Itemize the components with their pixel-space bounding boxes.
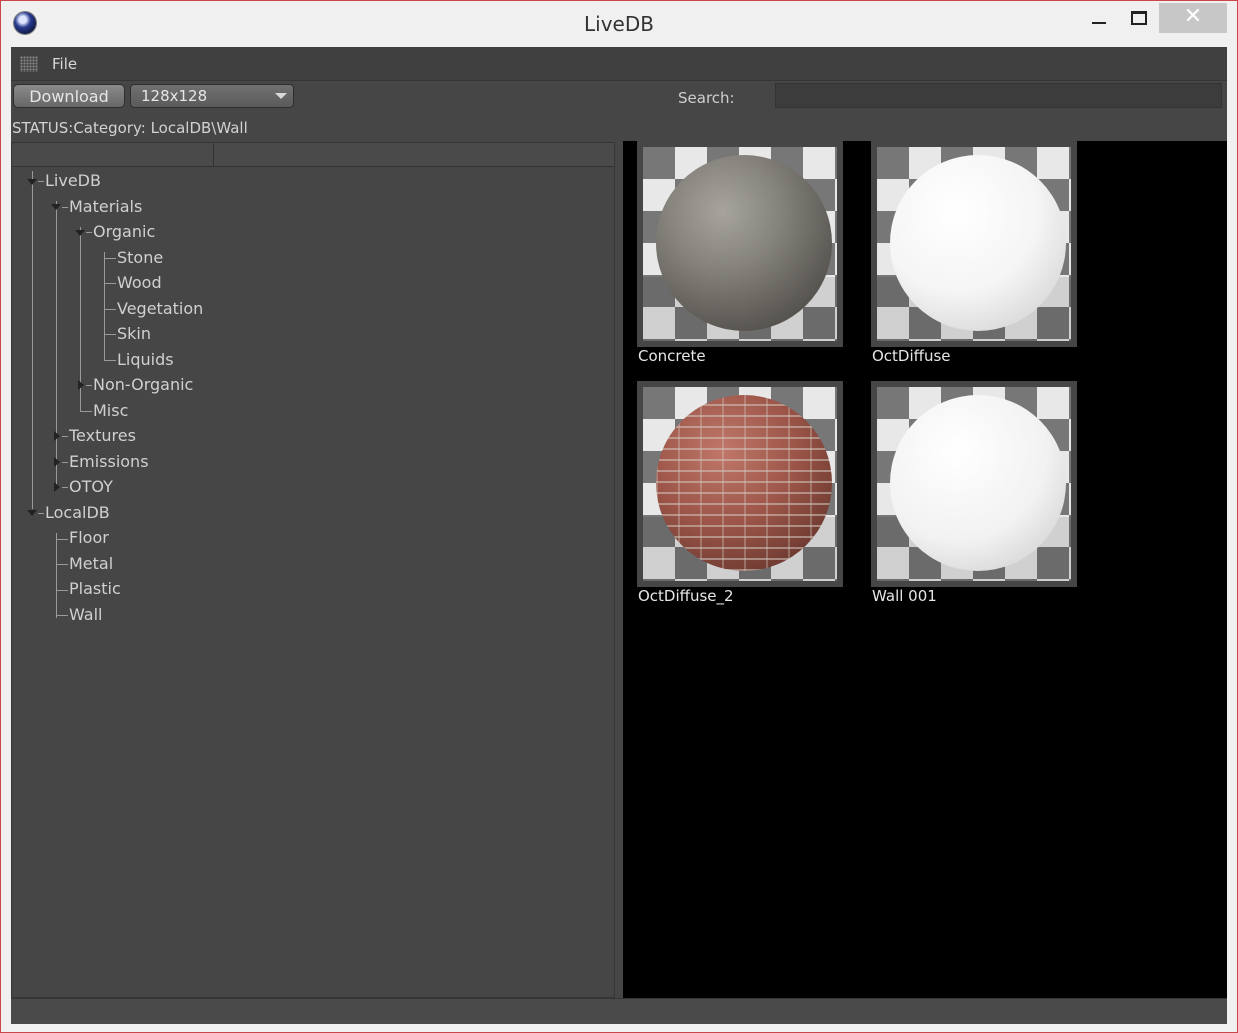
tree-item-skin[interactable]: Skin	[117, 324, 151, 343]
category-tree: LiveDB Materials Organic Stone Wood Vege…	[12, 167, 614, 997]
tree-item-metal[interactable]: Metal	[69, 554, 113, 573]
material-label[interactable]: Concrete	[638, 347, 706, 365]
tree-line	[32, 171, 33, 509]
material-thumbnail-concrete[interactable]	[637, 141, 843, 347]
tree-line	[104, 334, 116, 335]
material-label[interactable]: OctDiffuse	[872, 347, 951, 365]
tree-item-vegetation[interactable]: Vegetation	[117, 299, 203, 318]
tree-line	[104, 252, 105, 361]
tree-line	[56, 590, 68, 591]
collapse-arrow-icon[interactable]	[27, 510, 37, 516]
tree-item-organic[interactable]: Organic	[93, 222, 155, 241]
tree-item-otoy[interactable]: OTOY	[69, 477, 113, 496]
tree-line	[56, 539, 68, 540]
tree-item-livedb[interactable]: LiveDB	[45, 171, 101, 190]
checker-backdrop	[877, 387, 1071, 581]
grip-icon[interactable]	[20, 56, 38, 72]
tree-line	[62, 462, 68, 463]
material-label[interactable]: OctDiffuse_2	[638, 587, 734, 605]
checker-backdrop	[643, 387, 837, 581]
concrete-sphere-preview	[656, 155, 832, 331]
close-button[interactable]: ✕	[1159, 3, 1227, 33]
tree-line	[62, 487, 68, 488]
tree-item-localdb[interactable]: LocalDB	[45, 503, 110, 522]
expand-arrow-icon[interactable]	[54, 431, 60, 441]
app-window: LiveDB ✕ File Download 128x128 Search: S…	[0, 0, 1238, 1033]
tree-item-materials[interactable]: Materials	[69, 197, 142, 216]
minimize-button[interactable]	[1082, 5, 1116, 33]
thumbnail-size-value: 128x128	[141, 87, 208, 105]
dropdown-arrow-icon	[275, 93, 287, 99]
material-thumbnail-octdiffuse[interactable]	[871, 141, 1077, 347]
tree-item-emissions[interactable]: Emissions	[69, 452, 149, 471]
tree-line	[104, 360, 116, 361]
tree-item-misc[interactable]: Misc	[93, 401, 128, 420]
tree-item-wall[interactable]: Wall	[69, 605, 103, 624]
tree-line	[38, 513, 44, 514]
tree-line	[56, 533, 57, 618]
brick-sphere-preview	[656, 395, 832, 571]
title-bar: LiveDB ✕	[1, 1, 1237, 47]
tree-line	[62, 436, 68, 437]
tree-line	[104, 283, 116, 284]
header-divider[interactable]	[213, 143, 214, 166]
collapse-arrow-icon[interactable]	[27, 179, 37, 185]
maximize-button[interactable]	[1122, 5, 1156, 33]
expand-arrow-icon[interactable]	[54, 457, 60, 467]
toolbar: Download 128x128 Search:	[11, 81, 1227, 113]
tree-line	[56, 201, 57, 488]
menu-file[interactable]: File	[52, 55, 77, 73]
tree-line	[104, 309, 116, 310]
wall-sphere-preview	[890, 395, 1066, 571]
tree-item-non-organic[interactable]: Non-Organic	[93, 375, 193, 394]
window-title: LiveDB	[584, 12, 654, 36]
expand-arrow-icon[interactable]	[78, 380, 84, 390]
checker-backdrop	[877, 147, 1071, 341]
tree-line	[62, 207, 68, 208]
expand-arrow-icon[interactable]	[54, 482, 60, 492]
tree-item-plastic[interactable]: Plastic	[69, 579, 121, 598]
material-thumbnail-octdiffuse-2[interactable]	[637, 381, 843, 587]
tree-line	[56, 615, 68, 616]
material-grid: Concrete OctDiffuse OctDiffuse_2 Wall 00…	[623, 141, 1227, 998]
tree-header	[12, 143, 614, 167]
download-button[interactable]: Download	[13, 84, 125, 108]
bottom-status-strip	[11, 998, 1227, 1024]
category-panel: LiveDB Materials Organic Stone Wood Vege…	[11, 142, 615, 998]
tree-line	[56, 564, 68, 565]
client-area: File Download 128x128 Search: STATUS:Cat…	[11, 47, 1227, 1024]
collapse-arrow-icon[interactable]	[51, 204, 61, 210]
menu-bar: File	[11, 47, 1227, 81]
collapse-arrow-icon[interactable]	[75, 230, 85, 236]
tree-line	[38, 181, 44, 182]
search-label: Search:	[678, 89, 735, 107]
material-thumbnail-wall-001[interactable]	[871, 381, 1077, 587]
status-text: STATUS:Category: LocalDB\Wall	[12, 119, 248, 137]
material-label[interactable]: Wall 001	[872, 587, 937, 605]
tree-item-liquids[interactable]: Liquids	[117, 350, 174, 369]
search-input[interactable]	[775, 83, 1222, 108]
tree-line	[104, 258, 116, 259]
checker-backdrop	[643, 147, 837, 341]
tree-line	[86, 232, 92, 233]
tree-item-wood[interactable]: Wood	[117, 273, 162, 292]
diffuse-sphere-preview	[890, 155, 1066, 331]
tree-item-floor[interactable]: Floor	[69, 528, 109, 547]
tree-item-textures[interactable]: Textures	[69, 426, 136, 445]
tree-item-stone[interactable]: Stone	[117, 248, 163, 267]
thumbnail-size-select[interactable]: 128x128	[130, 84, 294, 108]
tree-line	[86, 385, 92, 386]
tree-line	[80, 411, 92, 412]
